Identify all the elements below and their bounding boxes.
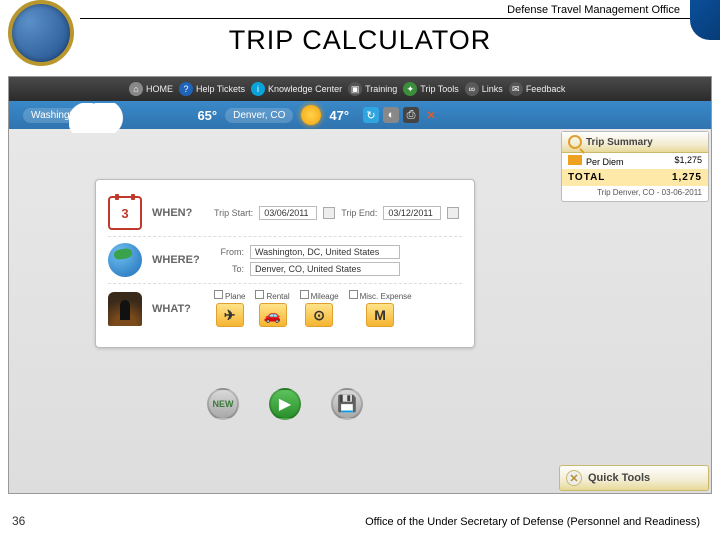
what-misc[interactable]: Misc. Expense M [349, 290, 412, 327]
dod-seal-logo [8, 0, 74, 66]
save-button[interactable]: 💾 [331, 388, 363, 420]
misc-checkbox[interactable] [349, 290, 358, 299]
page-number: 36 [12, 514, 25, 528]
feedback-icon: ✉ [509, 82, 523, 96]
nav-links[interactable]: ∞Links [465, 82, 503, 96]
refresh-icon[interactable]: ↻ [363, 107, 379, 123]
new-button-label: NEW [213, 399, 234, 409]
tunnel-icon [108, 292, 142, 326]
nav-help[interactable]: ?Help Tickets [179, 82, 245, 96]
header-org: Defense Travel Management Office [80, 0, 710, 19]
print-icon[interactable]: ⎙ [403, 107, 419, 123]
top-nav: ⌂HOME ?Help Tickets iKnowledge Center ▣T… [9, 77, 711, 101]
nav-help-label: Help Tickets [196, 84, 245, 94]
close-icon[interactable]: ✕ [423, 107, 439, 123]
perdiem-icon [568, 155, 582, 165]
total-label: TOTAL [568, 172, 605, 183]
nav-training[interactable]: ▣Training [348, 82, 397, 96]
trip-summary-panel: Trip Summary Per Diem $1,275 TOTAL 1,275… [561, 131, 709, 202]
misc-icon: M [366, 303, 394, 327]
weather-bar: Washington, DC 65° Denver, CO 47° ↻ ◐ ⎙ … [9, 101, 711, 129]
nav-feedback[interactable]: ✉Feedback [509, 82, 566, 96]
trip-end-input[interactable]: 03/12/2011 [383, 206, 441, 220]
what-rental[interactable]: Rental 🚗 [255, 290, 289, 327]
tools-icon: ✦ [403, 82, 417, 96]
slide-title: TRIP CALCULATOR [0, 19, 720, 56]
nav-tools-label: Trip Tools [420, 84, 459, 94]
new-button[interactable]: NEW [207, 388, 239, 420]
quick-tools-button[interactable]: ✕ Quick Tools [559, 465, 709, 491]
nav-knowledge-label: Knowledge Center [268, 84, 342, 94]
mileage-label: Mileage [311, 292, 339, 301]
from-label: From: [214, 247, 244, 257]
from-input[interactable]: Washington, DC, United States [250, 245, 400, 259]
sun-icon [301, 105, 321, 125]
app-frame: ⌂HOME ?Help Tickets iKnowledge Center ▣T… [8, 76, 712, 494]
what-mileage[interactable]: Mileage ⊙ [300, 290, 339, 327]
trip-start-label: Trip Start: [214, 208, 253, 218]
globe-icon [108, 243, 142, 277]
calendar-icon: 3 [108, 196, 142, 230]
nav-tools[interactable]: ✦Trip Tools [403, 82, 459, 96]
rental-label: Rental [266, 292, 289, 301]
summary-header[interactable]: Trip Summary [562, 132, 708, 153]
summary-total-row: TOTAL 1,275 [562, 169, 708, 186]
plane-checkbox[interactable] [214, 290, 223, 299]
plane-icon: ✈ [216, 303, 244, 327]
nav-home[interactable]: ⌂HOME [129, 82, 173, 96]
trip-start-input[interactable]: 03/06/2011 [259, 206, 317, 220]
trip-end-label: Trip End: [341, 208, 377, 218]
mileage-checkbox[interactable] [300, 290, 309, 299]
info-icon: i [251, 82, 265, 96]
wrench-icon: ✕ [566, 470, 582, 486]
home-icon: ⌂ [129, 82, 143, 96]
footer-text: Office of the Under Secretary of Defense… [365, 516, 700, 528]
weather-city-2[interactable]: Denver, CO [225, 108, 293, 123]
magnifier-icon [568, 135, 582, 149]
save-icon: 💾 [337, 394, 357, 414]
car-icon: 🚗 [259, 303, 287, 327]
summary-subtitle: Trip Denver, CO - 03-06-2011 [562, 186, 708, 201]
summary-title: Trip Summary [586, 137, 653, 148]
help-icon: ? [179, 82, 193, 96]
perdiem-label: Per Diem [586, 157, 624, 167]
nav-knowledge[interactable]: iKnowledge Center [251, 82, 342, 96]
plane-label: Plane [225, 292, 245, 301]
nav-feedback-label: Feedback [526, 84, 566, 94]
what-label: WHAT? [152, 303, 204, 315]
date-picker-icon[interactable] [323, 207, 335, 219]
training-icon: ▣ [348, 82, 362, 96]
weather-temp-1: 65° [197, 108, 217, 123]
to-input[interactable]: Denver, CO, United States [250, 262, 400, 276]
calendar-date-text: 3 [121, 206, 128, 221]
when-label: WHEN? [152, 207, 204, 219]
date-picker-icon[interactable] [447, 207, 459, 219]
nav-links-label: Links [482, 84, 503, 94]
nav-home-label: HOME [146, 84, 173, 94]
nav-training-label: Training [365, 84, 397, 94]
rental-checkbox[interactable] [255, 290, 264, 299]
globe-icon[interactable]: ◐ [383, 107, 399, 123]
trip-form: 3 WHEN? Trip Start: 03/06/2011 Trip End:… [95, 179, 475, 348]
total-value: 1,275 [672, 172, 702, 183]
wheel-icon: ⊙ [305, 303, 333, 327]
weather-temp-2: 47° [329, 108, 349, 123]
where-label: WHERE? [152, 254, 204, 266]
links-icon: ∞ [465, 82, 479, 96]
to-label: To: [214, 264, 244, 274]
play-icon: ▶ [279, 394, 291, 414]
quick-tools-label: Quick Tools [588, 472, 650, 484]
misc-label: Misc. Expense [360, 292, 412, 301]
what-plane[interactable]: Plane ✈ [214, 290, 245, 327]
go-button[interactable]: ▶ [269, 388, 301, 420]
perdiem-value: $1,275 [674, 155, 702, 167]
summary-perdiem-row: Per Diem $1,275 [562, 153, 708, 169]
